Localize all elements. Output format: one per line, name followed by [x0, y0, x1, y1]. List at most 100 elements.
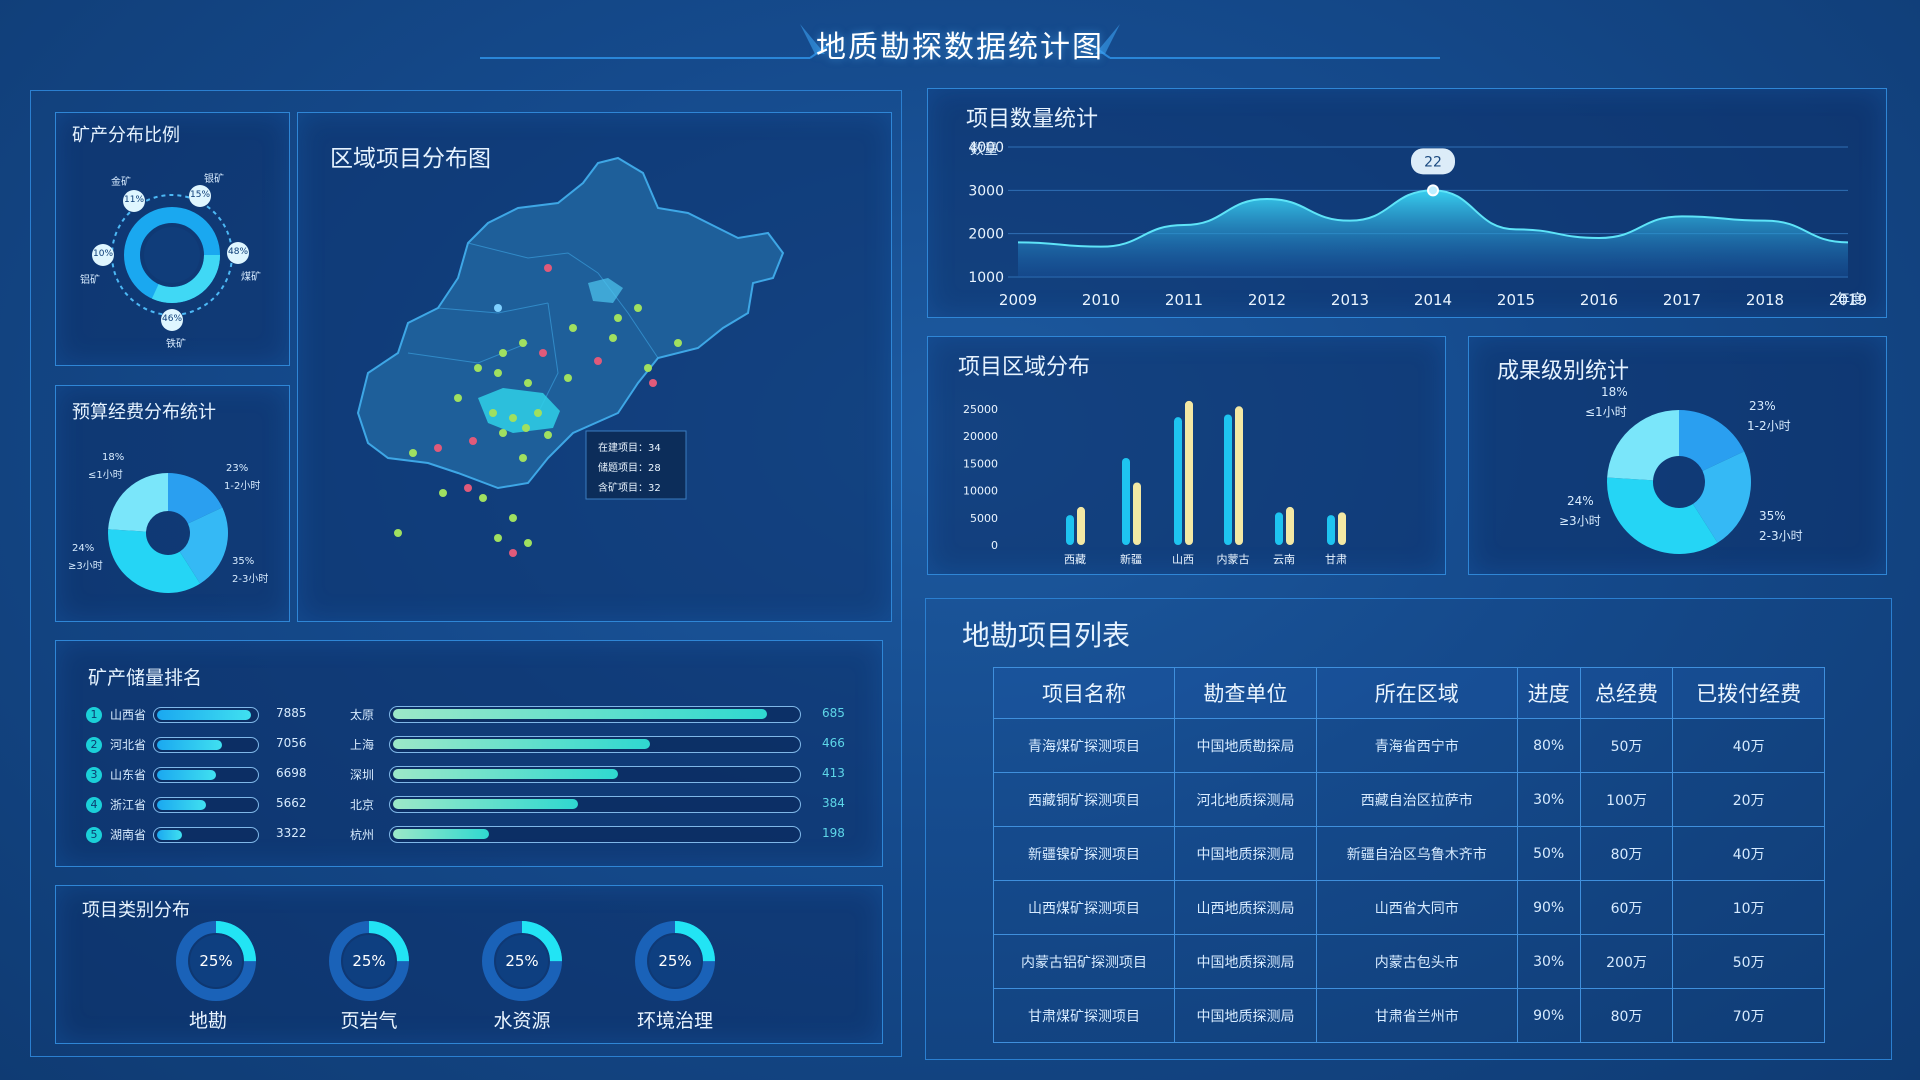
tooltip-line-2: 储题项目：28 — [598, 463, 661, 474]
table-cell: 山西省大同市 — [1315, 880, 1518, 935]
category-name: 环境治理 — [636, 1010, 713, 1032]
map-project-dot — [539, 349, 547, 357]
city-bar-track — [389, 796, 801, 813]
map-project-dot — [499, 429, 507, 437]
city-bar-track — [389, 736, 801, 753]
province-value: 7885 — [276, 706, 307, 720]
table-row[interactable]: 山西煤矿探测项目 山西地质探测局 山西省大同市 90% 60万 10万 — [992, 880, 1825, 935]
table-row[interactable]: 甘肃煤矿探测项目 中国地质探测局 甘肃省兰州市 90% 80万 70万 — [992, 988, 1825, 1043]
table-cell: 西藏铜矿探测项目 — [992, 772, 1176, 827]
table-row[interactable]: 西藏铜矿探测项目 河北地质探测局 西藏自治区拉萨市 30% 100万 20万 — [992, 772, 1825, 827]
x-tick-label: 2012 — [1248, 291, 1286, 309]
result-pct-3: 35% — [1759, 509, 1786, 523]
region-bar-chart: 0 5000 10000 15000 20000 25000 西藏 新疆 山西 内蒙古 云南 甘肃 — [963, 400, 1347, 566]
mineral-pct-silver: 15% — [190, 190, 211, 200]
city-bar-track — [389, 826, 801, 843]
table-cell: 60万 — [1579, 880, 1674, 935]
city-name: 杭州 — [350, 828, 375, 842]
x-tick-label: 2016 — [1580, 291, 1618, 309]
province-bar-fill — [157, 710, 251, 720]
province-name: 山东省 — [110, 768, 147, 782]
table-cell: 50% — [1516, 826, 1581, 881]
rank-number: 4 — [86, 797, 102, 813]
result-name-2: 1-2小时 — [1747, 419, 1791, 433]
table-cell: 30% — [1516, 772, 1581, 827]
budget-pct-2: 23% — [226, 463, 249, 474]
bar — [1275, 512, 1283, 545]
x-tick-label: 2013 — [1331, 291, 1369, 309]
mineral-name-alu: 铝矿 — [80, 275, 100, 286]
table-cell: 内蒙古包头市 — [1315, 934, 1518, 989]
mineral-pct-iron: 46% — [162, 314, 183, 324]
reserve-rank-panel: 矿产储量排名 1 山西省 7885 太原 685 2 河北省 7056 上海 466 3 山东省 669… — [55, 640, 883, 867]
table-cell: 100万 — [1579, 772, 1674, 827]
budget-name-4: ≥3小时 — [68, 561, 103, 572]
budget-donut-chart — [108, 473, 228, 593]
map-panel: 区域项目分布图 在建项目：34 储题项目：28 含矿项目：32 — [297, 112, 892, 622]
province-bar-fill — [157, 800, 206, 810]
region-map[interactable] — [298, 113, 891, 621]
map-project-dot — [509, 514, 517, 522]
table-cell: 新疆自治区乌鲁木齐市 — [1315, 826, 1518, 881]
table-row[interactable]: 新疆镍矿探测项目 中国地质探测局 新疆自治区乌鲁木齐市 50% 80万 40万 — [992, 826, 1825, 881]
table-cell: 西藏自治区拉萨市 — [1315, 772, 1518, 827]
rank-number: 3 — [86, 767, 102, 783]
x-tick-label: 西藏 — [1064, 553, 1086, 566]
budget-name-1: ≤1小时 — [88, 470, 123, 481]
x-axis-unit: 年度 — [1836, 292, 1864, 308]
region-dist-panel: 项目区域分布 0 5000 10000 15000 20000 25000 西藏 新疆 山西 内蒙… — [927, 336, 1446, 575]
budget-name-2: 1-2小时 — [224, 481, 261, 492]
project-count-area-chart: 1000 2000 3000 4000 2009 2010 2011 2012 2013 2014… — [968, 140, 1867, 309]
bar — [1327, 515, 1335, 545]
table-cell: 甘肃煤矿探测项目 — [992, 988, 1176, 1043]
map-project-dot — [544, 264, 552, 272]
table-row[interactable]: 青海煤矿探测项目 中国地质勘探局 青海省西宁市 80% 50万 40万 — [992, 718, 1825, 773]
table-cell: 80% — [1516, 718, 1581, 773]
city-name: 太原 — [350, 708, 375, 722]
province-bar-track — [153, 797, 259, 813]
mineral-name-coal: 煤矿 — [241, 272, 261, 283]
city-bar-track — [389, 706, 801, 723]
tooltip-line-3: 含矿项目：32 — [598, 483, 661, 494]
map-project-dot — [494, 534, 502, 542]
city-bar-fill — [393, 709, 767, 719]
y-tick-label: 15000 — [963, 457, 998, 470]
project-table: 项目名称 勘查单位 所在区域 进度 总经费 已拨付经费 青海煤矿探测项目 中国地质勘探局 青海… — [992, 667, 1825, 1043]
bar — [1286, 506, 1294, 545]
bar — [1174, 417, 1182, 545]
table-cell: 山西地质探测局 — [1174, 880, 1317, 935]
table-header-cell: 进度 — [1516, 667, 1581, 719]
map-project-dot — [609, 334, 617, 342]
table-cell: 中国地质探测局 — [1174, 988, 1317, 1043]
map-project-dot — [524, 379, 532, 387]
y-tick-label: 25000 — [963, 403, 998, 416]
map-project-dot — [469, 437, 477, 445]
mineral-pct-gold: 11% — [124, 195, 145, 205]
mineral-name-silver: 银矿 — [204, 174, 224, 185]
category-name: 水资源 — [493, 1010, 551, 1032]
map-project-dot — [464, 484, 472, 492]
map-project-dot — [509, 414, 517, 422]
table-cell: 河北地质探测局 — [1174, 772, 1317, 827]
result-pct-1: 18% — [1601, 385, 1628, 399]
result-name-3: 2-3小时 — [1759, 529, 1803, 543]
project-count-panel: 项目数量统计 数量 1000 2000 3000 4000 2009 2010 2011 20… — [927, 88, 1887, 318]
budget-pct-3: 35% — [232, 556, 255, 567]
city-name: 上海 — [350, 738, 375, 752]
x-tick-label: 2009 — [999, 291, 1037, 309]
table-row[interactable]: 内蒙古铝矿探测项目 中国地质探测局 内蒙古包头市 30% 200万 50万 — [992, 934, 1825, 989]
result-pct-2: 23% — [1749, 399, 1776, 413]
city-value: 685 — [822, 706, 845, 720]
table-cell: 中国地质探测局 — [1174, 934, 1317, 989]
map-project-dot — [674, 339, 682, 347]
y-tick-label: 20000 — [963, 430, 998, 443]
table-header-row: 项目名称 勘查单位 所在区域 进度 总经费 已拨付经费 — [992, 667, 1825, 719]
map-project-dot — [479, 494, 487, 502]
y-tick-label: 1000 — [968, 270, 1004, 286]
table-cell: 90% — [1516, 880, 1581, 935]
province-bar-track — [153, 737, 259, 753]
province-bar-fill — [157, 740, 222, 750]
map-project-dot — [544, 431, 552, 439]
budget-panel: 预算经费分布统计 18% ≤1小时 23% 1-2小时 35% 2-3小时 24… — [55, 385, 290, 622]
x-tick-label: 山西 — [1172, 553, 1194, 566]
